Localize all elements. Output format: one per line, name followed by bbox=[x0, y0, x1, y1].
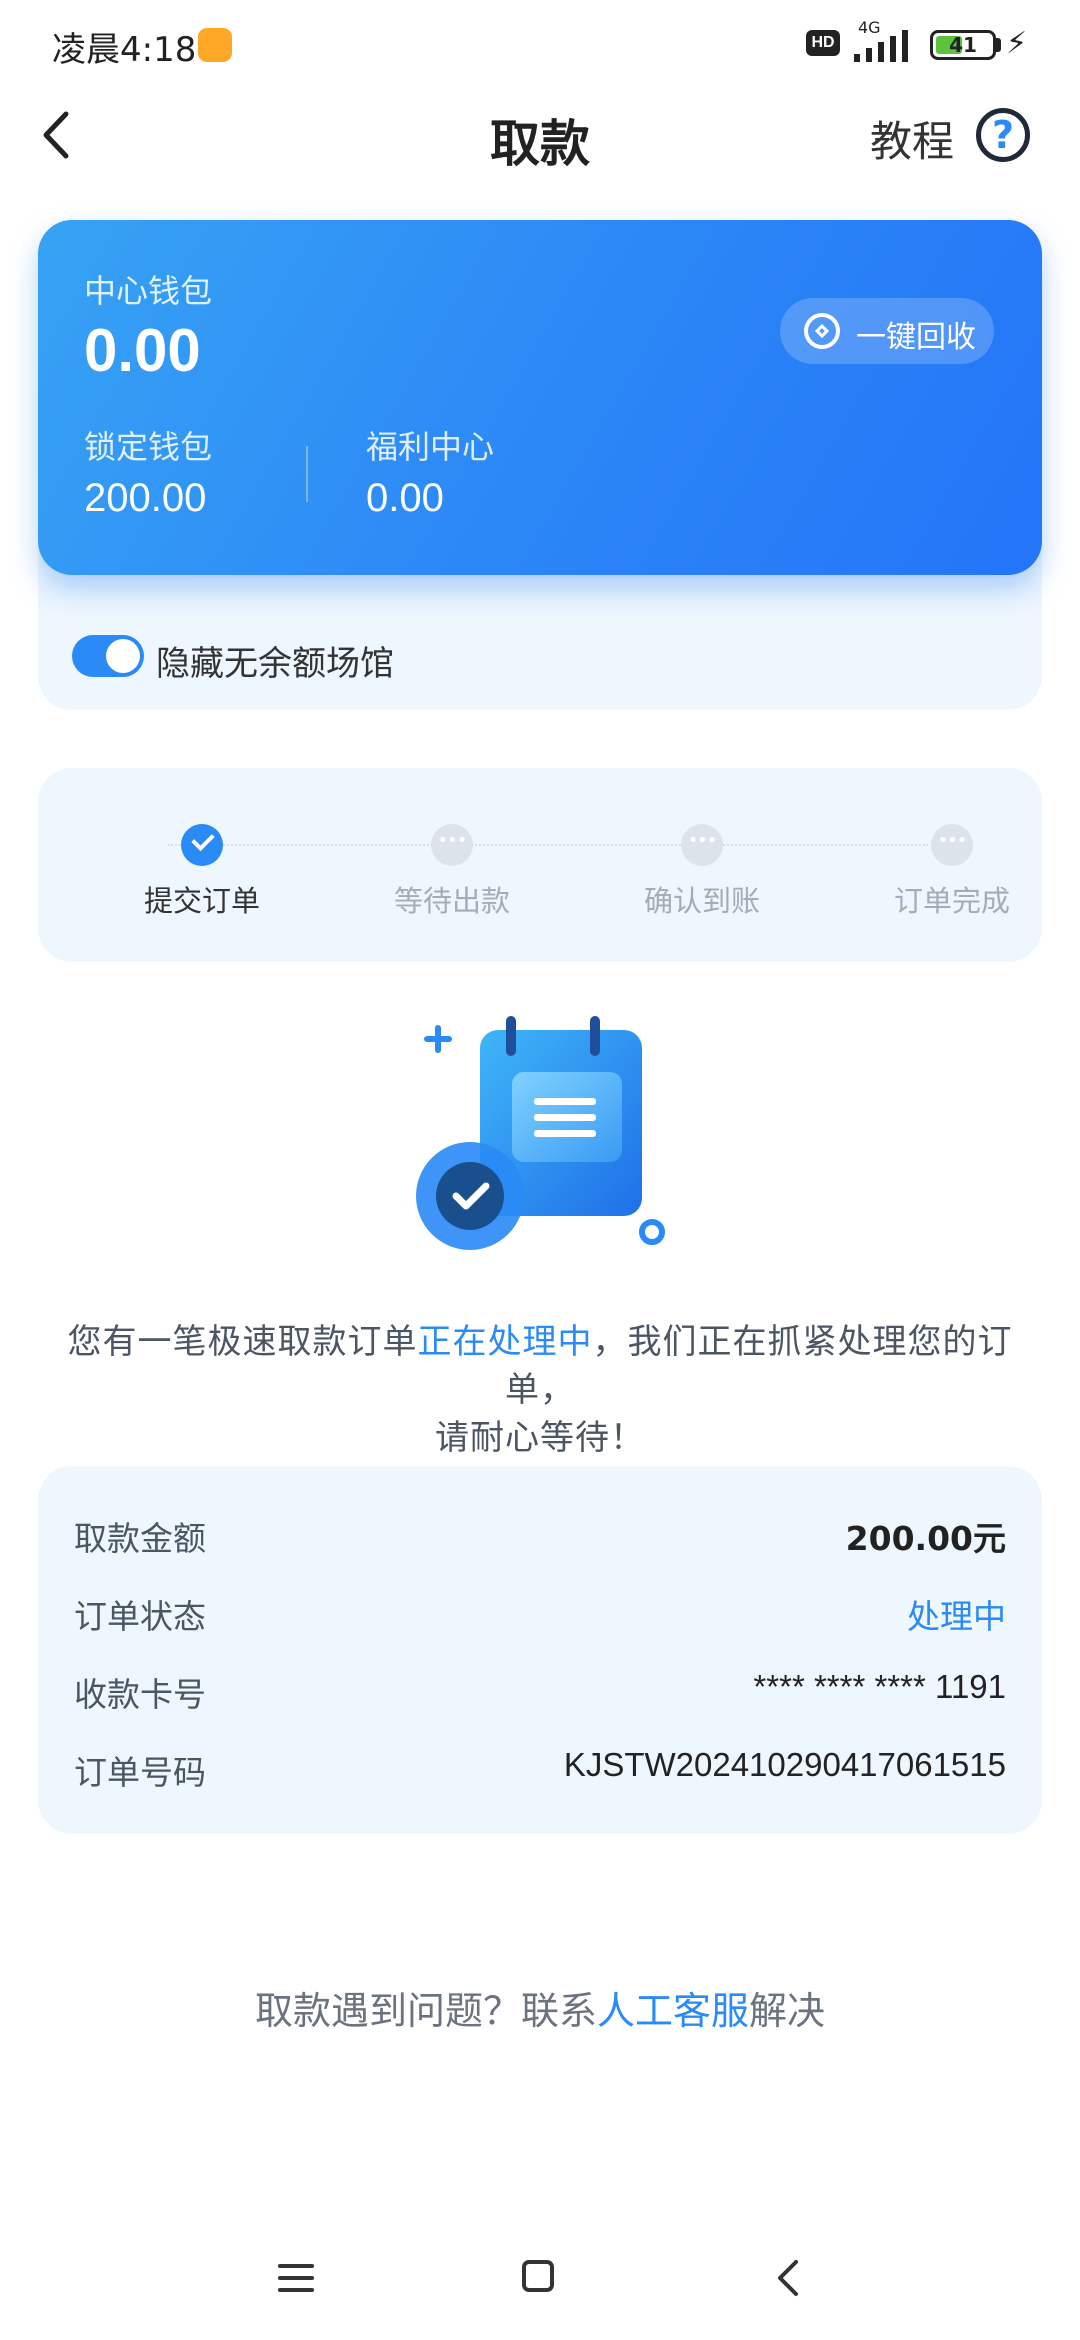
check-icon bbox=[181, 824, 223, 866]
detail-row-amount: 取款金额 200.00元 bbox=[74, 1508, 1006, 1564]
calendar-check-icon bbox=[416, 1016, 665, 1250]
hide-empty-venues-toggle[interactable] bbox=[72, 635, 144, 677]
message-text: 请耐心等待！ bbox=[435, 1418, 645, 1458]
detail-label: 订单号码 bbox=[74, 1753, 206, 1792]
detail-label: 订单状态 bbox=[74, 1597, 206, 1636]
welfare-center-label: 福利中心 bbox=[366, 428, 495, 466]
help-text: 解决 bbox=[749, 1989, 826, 2033]
message-highlight: 正在处理中 bbox=[417, 1322, 593, 1362]
recycle-icon bbox=[804, 313, 840, 349]
welfare-center-value: 0.00 bbox=[366, 476, 444, 520]
tutorial-link[interactable]: 教程 bbox=[870, 108, 954, 169]
help-footer: 取款遇到问题？联系人工客服解决 bbox=[0, 1980, 1080, 2035]
step-confirm-receipt: 确认到账 bbox=[602, 824, 802, 920]
signal-icon bbox=[854, 30, 908, 62]
help-text: 取款遇到问题？联系 bbox=[254, 1989, 597, 2033]
step-awaiting-payout: 等待出款 bbox=[352, 824, 552, 920]
hide-empty-venues-label: 隐藏无余额场馆 bbox=[156, 644, 394, 684]
pending-icon bbox=[431, 824, 473, 866]
help-circle-icon[interactable]: ? bbox=[976, 108, 1030, 162]
step-submit-order: 提交订单 bbox=[102, 824, 302, 920]
detail-value: 处理中 bbox=[907, 1597, 1006, 1636]
step-label: 提交订单 bbox=[143, 884, 260, 918]
detail-value: KJSTW20241029041706​1515 bbox=[563, 1746, 1006, 1783]
processing-message: 您有一笔极速取款订单正在处理中，我们正在抓紧处理您的订单， 请耐心等待！ bbox=[40, 1318, 1040, 1462]
status-bar: 凌晨4:18 HD 4G 41 ⚡ bbox=[0, 0, 1080, 90]
locked-wallet-value: 200.00 bbox=[84, 476, 207, 520]
menu-icon[interactable] bbox=[278, 2264, 314, 2292]
detail-row-order-number: 订单号码 KJSTW20241029041706​1515 bbox=[74, 1742, 1006, 1798]
back-icon[interactable] bbox=[774, 2258, 802, 2298]
detail-label: 取款金额 bbox=[74, 1519, 206, 1558]
recycle-button-label: 一键回收 bbox=[856, 320, 976, 355]
wallet-card: 中心钱包 0.00 一键回收 锁定钱包 200.00 福利中心 0.00 bbox=[38, 220, 1042, 575]
step-label: 订单完成 bbox=[893, 884, 1010, 918]
step-label: 确认到账 bbox=[643, 884, 760, 918]
step-order-complete: 订单完成 bbox=[852, 824, 1052, 920]
message-text: 您有一笔极速取款订单 bbox=[67, 1322, 418, 1362]
battery-level: 41 bbox=[949, 33, 977, 57]
locked-wallet-label: 锁定钱包 bbox=[84, 428, 213, 466]
hd-voice-icon: HD bbox=[806, 30, 840, 56]
charging-icon: ⚡ bbox=[1006, 26, 1028, 61]
notification-app-icon bbox=[198, 28, 232, 62]
detail-row-card: 收款卡号 **** **** **** 1191 bbox=[74, 1664, 1006, 1720]
detail-row-status: 订单状态 处理中 bbox=[74, 1586, 1006, 1642]
center-wallet-label: 中心钱包 bbox=[84, 272, 213, 310]
detail-label: 收款卡号 bbox=[74, 1675, 206, 1714]
detail-value: **** **** **** 1191 bbox=[753, 1668, 1006, 1705]
customer-service-link[interactable]: 人工客服 bbox=[597, 1989, 749, 2033]
home-icon[interactable] bbox=[522, 2260, 554, 2292]
detail-value: 200.00元 bbox=[845, 1519, 1006, 1558]
center-wallet-value: 0.00 bbox=[84, 317, 201, 384]
recycle-button[interactable]: 一键回收 bbox=[780, 298, 994, 364]
pending-icon bbox=[681, 824, 723, 866]
step-label: 等待出款 bbox=[393, 884, 510, 918]
status-time: 凌晨4:18 bbox=[52, 30, 197, 70]
pending-icon bbox=[931, 824, 973, 866]
battery-icon: 41 bbox=[930, 30, 996, 60]
battery-cap bbox=[996, 38, 1001, 52]
order-details: 取款金额 200.00元 订单状态 处理中 收款卡号 **** **** ***… bbox=[38, 1466, 1042, 1834]
order-progress-steps: 提交订单 等待出款 确认到账 订单完成 bbox=[38, 768, 1042, 962]
card-divider bbox=[306, 446, 308, 502]
